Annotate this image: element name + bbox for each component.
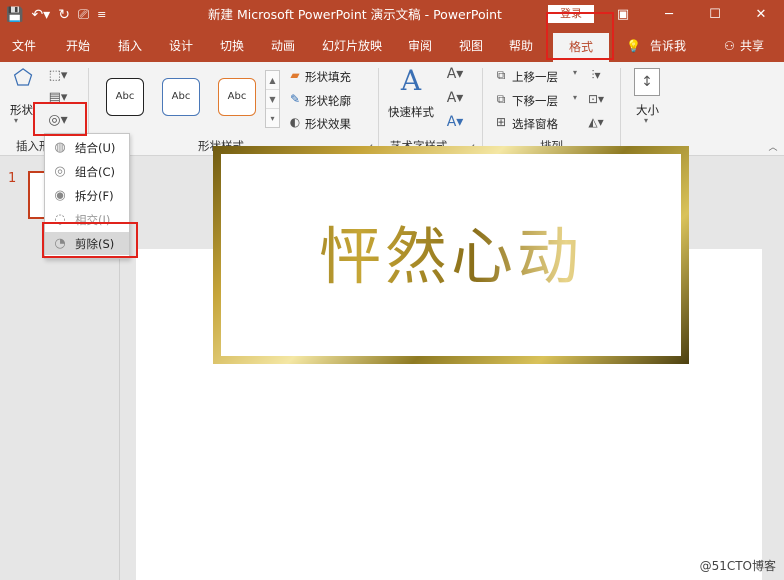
bring-forward-button[interactable]: 上移一层	[512, 69, 558, 85]
redo-icon[interactable]: ↻	[58, 0, 70, 30]
minimize-icon[interactable]: ─	[646, 0, 692, 30]
quick-access-toolbar: 💾 ↶▾ ↻ ⎚ ≡	[6, 0, 106, 30]
shape-outline-icon[interactable]: ✎	[287, 92, 303, 106]
shapes-dropdown-icon[interactable]: ▾	[14, 116, 18, 125]
collapse-ribbon-icon[interactable]: ︿	[766, 140, 780, 153]
align-icon[interactable]: ⫶▾	[584, 68, 608, 83]
menu-item-label: 组合(C)	[75, 164, 116, 179]
size-dropdown-icon[interactable]: ▾	[644, 116, 648, 125]
frame-inner-box: 怦然心动	[221, 154, 681, 356]
tab-review[interactable]: 审阅	[408, 30, 432, 62]
shape-style-preset-1[interactable]: Abc	[106, 78, 144, 116]
tab-file[interactable]: 文件	[12, 30, 36, 62]
text-effects-icon[interactable]: A▾	[444, 114, 466, 130]
gallery-more-icon[interactable]: ▾	[266, 109, 279, 128]
style-gallery-scroll[interactable]: ▲ ▼ ▾	[265, 70, 280, 128]
watermark-text: @51CTO博客	[699, 559, 776, 573]
wordart-quick-styles-button[interactable]: 快速样式	[388, 104, 434, 120]
tab-design[interactable]: 设计	[169, 30, 193, 62]
shape-fill-button[interactable]: 形状填充	[305, 69, 351, 85]
edit-shape-icon[interactable]: ⬚▾	[44, 68, 72, 83]
shape-style-preset-3[interactable]: Abc	[218, 78, 256, 116]
gold-picture-frame[interactable]: 怦然心动	[213, 146, 689, 364]
ribbon-tabs: 文件 开始 插入 设计 切换 动画 幻灯片放映 审阅 视图 帮助 格式 💡 告诉…	[0, 30, 784, 62]
shapes-icon[interactable]: ⬠	[8, 66, 38, 91]
fragment-icon: ◉	[54, 188, 66, 203]
bring-forward-icon[interactable]: ⧉	[492, 68, 510, 83]
tab-slideshow[interactable]: 幻灯片放映	[322, 30, 382, 62]
shape-style-preset-2[interactable]: Abc	[162, 78, 200, 116]
menu-item-fragment[interactable]: ◉ 拆分(F)	[45, 184, 129, 207]
shape-effects-button[interactable]: 形状效果	[305, 116, 351, 132]
send-backward-dropdown-icon[interactable]: ▾	[568, 93, 582, 102]
close-icon[interactable]: ✕	[738, 0, 784, 30]
selection-pane-button[interactable]: 选择窗格	[512, 116, 558, 132]
highlight-format-tab	[546, 12, 614, 60]
slide-number: 1	[8, 171, 17, 186]
share-icon: ⚇	[724, 39, 735, 53]
menu-item-combine[interactable]: ◎ 组合(C)	[45, 160, 129, 183]
tab-help[interactable]: 帮助	[509, 30, 533, 62]
customize-qat-icon[interactable]: ≡	[97, 0, 106, 30]
menu-item-label: 结合(U)	[75, 140, 116, 155]
undo-icon[interactable]: ↶▾	[31, 0, 50, 30]
maximize-icon[interactable]: ☐	[692, 0, 738, 30]
window-title: 新建 Microsoft PowerPoint 演示文稿 - PowerPoin…	[208, 7, 502, 22]
present-icon[interactable]: ⎚	[78, 0, 89, 30]
slide-headline[interactable]: 怦然心动	[221, 206, 681, 296]
tab-animations[interactable]: 动画	[271, 30, 295, 62]
tab-home[interactable]: 开始	[66, 30, 90, 62]
ribbon-divider	[378, 68, 379, 152]
shape-outline-button[interactable]: 形状轮廓	[305, 93, 351, 109]
union-icon: ◍	[54, 140, 66, 155]
lightbulb-icon: 💡	[626, 39, 641, 53]
tab-view[interactable]: 视图	[459, 30, 483, 62]
shape-fill-icon[interactable]: ▰	[287, 68, 303, 82]
highlight-merge-shapes	[33, 102, 87, 136]
tab-insert[interactable]: 插入	[118, 30, 142, 62]
highlight-subtract-item	[42, 222, 138, 258]
menu-item-label: 拆分(F)	[75, 188, 114, 203]
title-bar: 💾 ↶▾ ↻ ⎚ ≡ 新建 Microsoft PowerPoint 演示文稿 …	[0, 0, 784, 30]
send-backward-button[interactable]: 下移一层	[512, 93, 558, 109]
ribbon-divider	[620, 68, 621, 152]
window-controls: ▣ ─ ☐ ✕	[600, 0, 784, 30]
send-backward-icon[interactable]: ⧉	[492, 92, 510, 107]
save-icon[interactable]: 💾	[6, 0, 23, 30]
ribbon-divider	[482, 68, 483, 152]
gallery-up-icon[interactable]: ▲	[266, 71, 279, 90]
tab-transitions[interactable]: 切换	[220, 30, 244, 62]
group-objects-icon[interactable]: ⊡▾	[584, 92, 608, 106]
combine-icon: ◎	[54, 164, 66, 179]
shape-effects-icon[interactable]: ◐	[287, 115, 303, 129]
text-outline-icon[interactable]: A▾	[444, 90, 466, 106]
bring-forward-dropdown-icon[interactable]: ▾	[568, 68, 582, 77]
menu-item-union[interactable]: ◍ 结合(U)	[45, 136, 129, 159]
selection-pane-icon[interactable]: ⊞	[492, 115, 510, 129]
wordart-quick-styles-icon[interactable]: A	[396, 64, 426, 97]
share-button[interactable]: 共享	[740, 30, 764, 62]
size-icon[interactable]: ↕	[634, 68, 660, 96]
gallery-down-icon[interactable]: ▼	[266, 90, 279, 109]
tell-me-search[interactable]: 告诉我	[650, 30, 686, 62]
rotate-icon[interactable]: ◭▾	[584, 115, 608, 129]
text-fill-icon[interactable]: A▾	[444, 66, 466, 82]
